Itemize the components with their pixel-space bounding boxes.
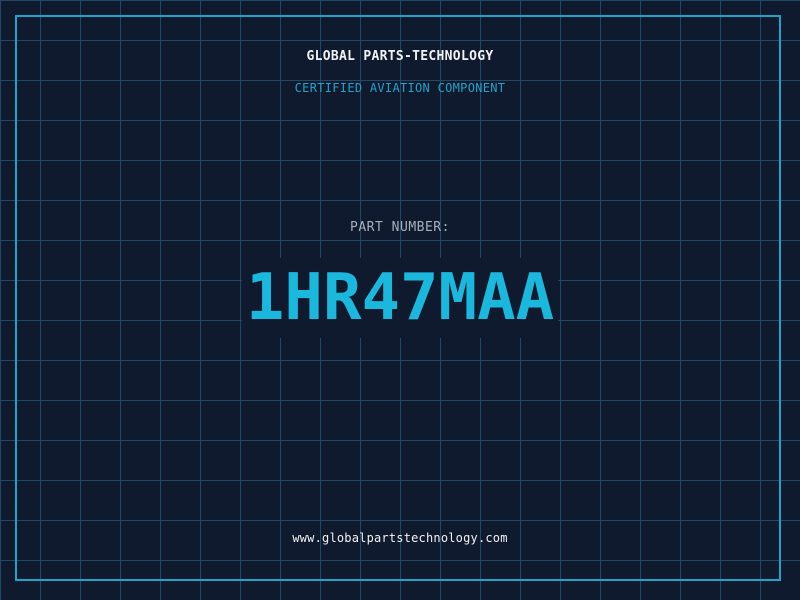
website-url: www.globalpartstechnology.com — [292, 531, 508, 545]
certification-tagline: CERTIFIED AVIATION COMPONENT — [294, 81, 506, 95]
part-number-container: 1HR47MAA — [0, 258, 800, 338]
part-number-value: 1HR47MAA — [241, 258, 559, 338]
part-number-label: PART NUMBER: — [350, 220, 450, 235]
company-name: GLOBAL PARTS-TECHNOLOGY — [306, 49, 494, 64]
